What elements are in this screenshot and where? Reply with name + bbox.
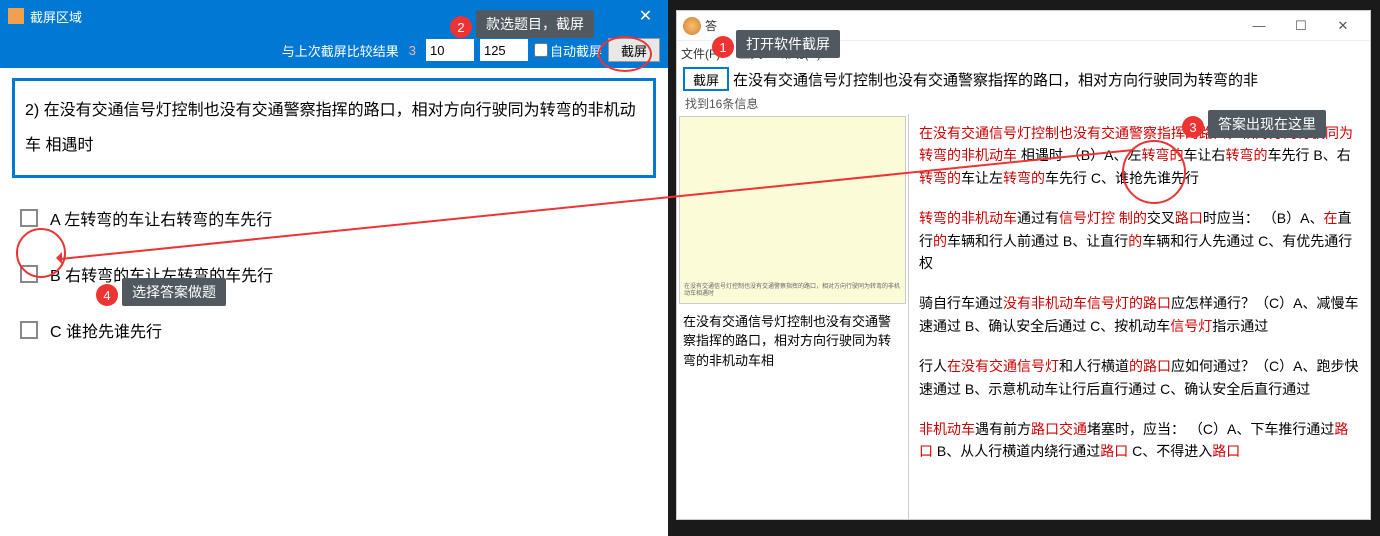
app-icon [8,8,24,24]
auto-screenshot-checkbox[interactable]: 自动截屏 [534,41,602,60]
screenshot-button-right[interactable]: 截屏 [683,67,729,91]
answer-window: 答 — ☐ ✕ 文件(F) 工具 帮助(H) 截屏 在没有交通信号灯控制也没有交… [676,10,1371,520]
annotation-callout-1: 打开软件截屏 [736,30,840,58]
annotation-arrow-head [50,252,62,264]
close-button[interactable]: ✕ [1322,12,1364,40]
option-a[interactable]: A 左转弯的车让右转弯的车先行 [20,206,648,230]
option-c-label: C 谁抢先谁先行 [50,318,162,342]
app-icon [683,17,701,35]
preview-tiny-text: 在没有交通信号灯控制也没有交通警察指挥的路口，相对方向行驶同为转弯的非机动车相遇… [684,284,901,298]
annotation-badge-3: 3 [1182,116,1204,138]
annotation-badge-4: 4 [96,284,118,306]
screenshot-region-window: 截屏区域 ✕ 与上次截屏比较结果 3 自动截屏 截屏 2) 在没有交通信号灯控制… [0,0,668,536]
compare-count: 3 [409,43,416,58]
question-strip: 在没有交通信号灯控制也没有交通警察指挥的路口，相对方向行驶同为转弯的非 [733,69,1364,90]
option-b[interactable]: B 右转弯的车让左转弯的车先行 [20,262,648,286]
checkbox-icon[interactable] [20,265,38,283]
right-body: 在没有交通信号灯控制也没有交通警察指挥的路口，相对方向行驶同为转弯的非机动车相遇… [677,114,1370,519]
annotation-callout-3: 答案出现在这里 [1208,110,1326,138]
answer-block: 转弯的非机动车通过有信号灯控 制的交叉路口时应当： （B）A、在直行的车辆和行人… [919,207,1360,274]
top-row: 截屏 在没有交通信号灯控制也没有交通警察指挥的路口，相对方向行驶同为转弯的非 [677,65,1370,93]
auto-checkbox-input[interactable] [534,43,548,57]
num-input-2[interactable] [480,39,528,61]
preview-image: 在没有交通信号灯控制也没有交通警察指挥的路口，相对方向行驶同为转弯的非机动车相遇… [679,116,906,304]
option-c[interactable]: C 谁抢先谁先行 [20,318,648,342]
option-a-label: A 左转弯的车让右转弯的车先行 [50,206,272,230]
screenshot-button[interactable]: 截屏 [608,38,660,62]
maximize-button[interactable]: ☐ [1280,12,1322,40]
answers-panel[interactable]: 在没有交通信号灯控制也没有交通警察指挥的路口，相对方向行驶同为转弯的非机动车 相… [909,114,1370,519]
checkbox-icon[interactable] [20,209,38,227]
answer-block: 行人在没有交通信号灯和人行横道的路口应如何通过？（C）A、跑步快速通过 B、示意… [919,355,1360,400]
num-input-1[interactable] [426,39,474,61]
answer-block: 非机动车遇有前方路口交通堵塞时，应当： （C）A、下车推行通过路口 B、从人行横… [919,418,1360,463]
preview-column: 在没有交通信号灯控制也没有交通警察指挥的路口，相对方向行驶同为转弯的非机动车相遇… [677,114,909,519]
annotation-callout-4: 选择答案做题 [122,278,226,306]
close-button[interactable]: ✕ [623,0,668,32]
checkbox-icon[interactable] [20,321,38,339]
preview-caption: 在没有交通信号灯控制也没有交通警察指挥的路口，相对方向行驶同为转弯的非机动车相 [677,306,908,377]
minimize-button[interactable]: — [1238,12,1280,40]
compare-label: 与上次截屏比较结果 [282,41,399,60]
annotation-callout-2: 款选题目，截屏 [476,10,594,38]
answer-block: 骑自行车通过没有非机动车信号灯的路口应怎样通行？（C）A、减慢车速通过 B、确认… [919,292,1360,337]
annotation-badge-1: 1 [712,36,734,58]
annotation-badge-2: 2 [450,16,472,38]
right-title: 答 [705,17,717,34]
auto-label: 自动截屏 [550,41,602,60]
question-text: 2) 在没有交通信号灯控制也没有交通警察指挥的路口，相对方向行驶同为转弯的非机动… [12,78,656,178]
